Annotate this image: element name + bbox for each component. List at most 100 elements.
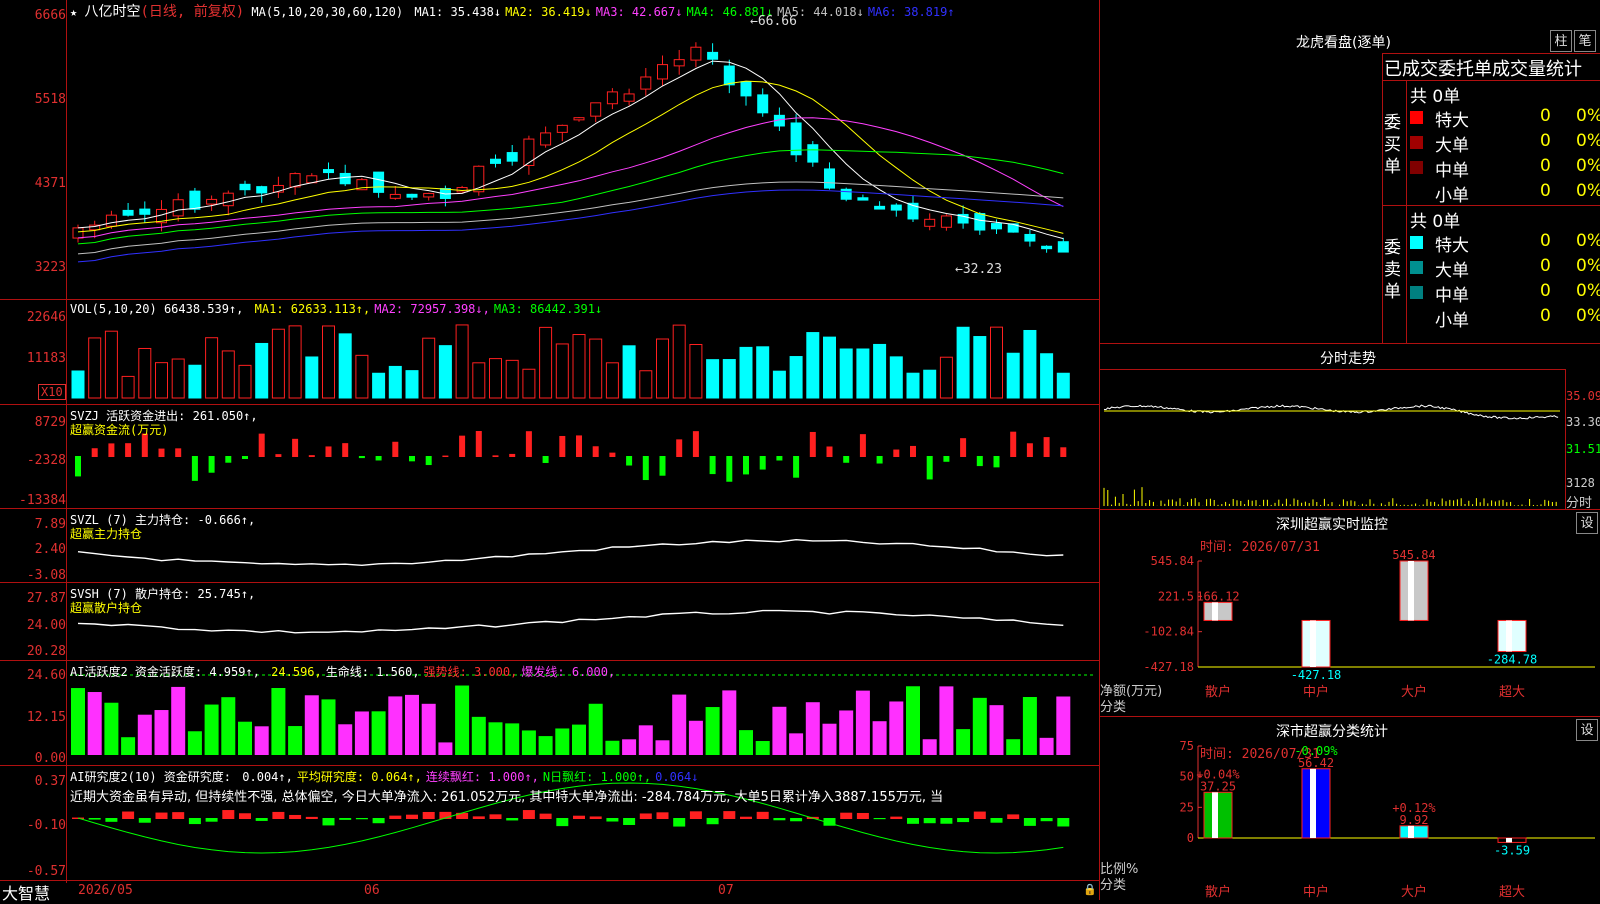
research-bar <box>122 811 135 819</box>
bar-change-label: +0.12% <box>1392 801 1436 815</box>
order-pct: 0% <box>1576 181 1600 201</box>
volume-bar <box>939 356 953 399</box>
order-color-swatch <box>1410 286 1423 299</box>
candle-body <box>707 51 719 60</box>
activity-bar <box>939 686 954 755</box>
fund-flow-bar <box>776 456 783 461</box>
fund-flow-bar <box>375 456 382 461</box>
brand-logo[interactable]: 大智慧 <box>2 880 50 904</box>
bar-超大 <box>1497 619 1527 652</box>
activity-bar <box>455 685 470 755</box>
svsh-tick-1: 24.00 <box>26 618 66 633</box>
activity-bar <box>505 723 520 755</box>
research-bar <box>856 812 869 819</box>
research-bar <box>422 811 435 819</box>
candle-body <box>640 76 652 90</box>
ai1-item-2: 强势线: 3.000, <box>423 665 518 679</box>
chart-area[interactable]: ★ 八亿时空(日线, 前复权) MA(5,10,20,30,60,120) MA… <box>0 0 1100 903</box>
activity-bar <box>705 707 720 755</box>
intraday-tick-0: 35.09 <box>1566 389 1600 403</box>
bar-大户 <box>1399 825 1429 839</box>
volume-bar <box>155 362 168 399</box>
bar-axis-tick: 75 <box>1180 739 1194 753</box>
ai2-tick-1: -0.10 <box>26 818 66 833</box>
side-panel: 龙虎看盘(逐单) 柱 笔 已成交委托单成交量统计 委买单共 0单特大00%大单0… <box>1100 0 1600 900</box>
research-bar <box>289 814 302 819</box>
research-bar <box>406 814 418 819</box>
order-name: 特大 <box>1435 111 1469 131</box>
volume-bar <box>455 324 469 399</box>
price-tick-1: 5518 <box>34 92 66 107</box>
star-icon[interactable]: ★ <box>70 5 84 19</box>
volume-bar <box>522 368 536 399</box>
bar-散户 <box>1203 791 1233 839</box>
bar-axis-tick: 221.5 <box>1158 589 1194 603</box>
ma-line <box>77 117 1064 239</box>
research-bar <box>1023 818 1036 826</box>
candle-body <box>1057 241 1069 253</box>
order-num: 0 <box>1540 181 1551 201</box>
lock-icon[interactable]: 🔒 <box>1083 883 1097 896</box>
stroke-view-button[interactable]: 笔 <box>1574 30 1596 52</box>
intraday-chart[interactable] <box>1100 369 1565 509</box>
candle-body <box>490 158 501 164</box>
order-side-label: 委卖单 <box>1384 238 1401 302</box>
volume-bar <box>956 326 970 399</box>
candle-body <box>890 204 902 211</box>
bar-view-button[interactable]: 柱 <box>1550 30 1572 52</box>
ai2-tick-0: 0.37 <box>34 774 66 789</box>
research-bar <box>88 818 101 820</box>
ma-value-6: MA6: 38.819↑ <box>867 5 955 19</box>
candle-body <box>740 81 752 97</box>
stock-name: 八亿时空 <box>84 4 141 20</box>
indicator-line <box>77 609 1064 634</box>
activity-bar <box>171 686 186 755</box>
activity-bar <box>321 699 336 755</box>
bar-value-label: 56.42 <box>1298 756 1334 770</box>
bar-highlight <box>1212 602 1218 621</box>
fund-flow-bar <box>459 435 466 457</box>
bar-axis-tick: -102.84 <box>1143 625 1194 639</box>
activity-bar <box>956 729 971 755</box>
svsh-tick-0: 27.87 <box>26 591 66 606</box>
research-bar <box>890 816 903 819</box>
candle-body <box>690 46 702 61</box>
vol-ma-3: MA3: 86442.391↓ <box>493 302 603 316</box>
ai-research-header: AI研究度2(10) 资金研究度: 0.004↑, 平均研究度: 0.064↑, 连… <box>70 770 699 784</box>
fund-flow-bar <box>191 456 198 481</box>
order-num: 0 <box>1540 231 1551 251</box>
candle-body <box>122 209 134 216</box>
research-bar <box>957 818 970 823</box>
order-num: 0 <box>1540 306 1551 326</box>
research-bar <box>1040 818 1053 822</box>
candle-body <box>373 171 385 193</box>
volume-bar <box>288 325 302 399</box>
fund-flow-bar <box>275 454 282 457</box>
fund-flow-bar <box>642 456 649 481</box>
volume-bar <box>873 343 887 399</box>
svzl-tick-0: 7.89 <box>34 517 66 532</box>
activity-bar <box>722 690 737 755</box>
fund-flow-bar <box>859 434 866 457</box>
fund-flow-bar <box>910 445 916 457</box>
order-side-label: 委买单 <box>1384 113 1401 177</box>
ai1-tick-1: 12.15 <box>26 710 66 725</box>
activity-bar <box>1039 737 1054 755</box>
volume-bar <box>205 337 219 399</box>
activity-bar <box>338 724 353 755</box>
activity-bar <box>388 696 403 755</box>
volume-bar <box>1056 372 1070 399</box>
fund-flow-bar <box>75 456 81 477</box>
research-bar <box>372 818 385 824</box>
volume-bar <box>405 370 419 399</box>
fund-flow-bar <box>358 456 365 459</box>
volume-bar <box>739 346 753 399</box>
activity-bar <box>789 733 804 755</box>
research-bar <box>639 813 652 819</box>
bar-highlight <box>1408 561 1414 621</box>
activity-bar <box>572 724 586 755</box>
ma-value-2: MA2: 36.419↓ <box>505 5 592 19</box>
research-bar <box>873 818 886 820</box>
intraday-tick-1: 33.30 <box>1566 415 1600 429</box>
research-bar <box>840 812 853 819</box>
